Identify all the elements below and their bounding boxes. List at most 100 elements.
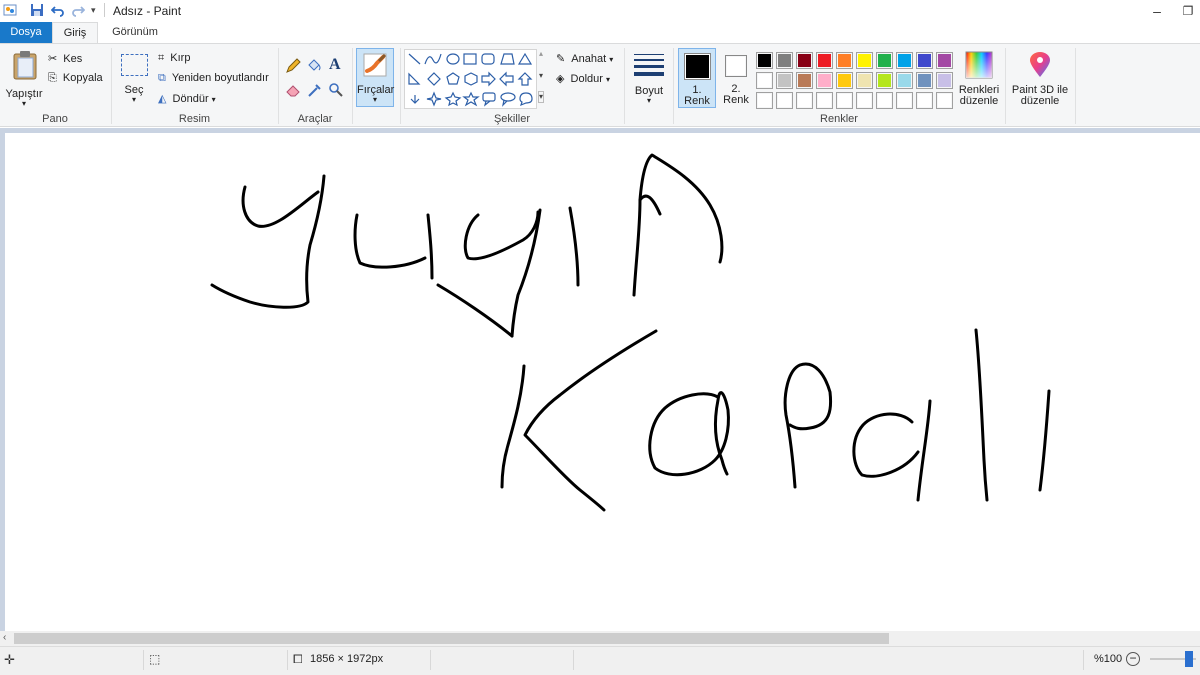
zoom-out-button[interactable]: −: [1126, 652, 1140, 666]
palette-swatch-color: [858, 74, 871, 87]
brushes-button[interactable]: Fırçalar ▾: [356, 48, 394, 107]
palette-swatch[interactable]: [896, 52, 913, 69]
palette-swatch-color: [818, 94, 831, 107]
save-icon[interactable]: [30, 3, 44, 17]
palette-swatch[interactable]: [936, 52, 953, 69]
scroll-down-icon[interactable]: ▾: [539, 71, 543, 80]
palette-swatch[interactable]: [836, 52, 853, 69]
palette-swatch[interactable]: [916, 92, 933, 109]
horizontal-scrollbar[interactable]: ‹: [0, 631, 1200, 646]
palette-swatch-color: [918, 74, 931, 87]
rotate-button[interactable]: ◭ Döndür ▾: [158, 92, 216, 105]
palette-swatch[interactable]: [756, 92, 773, 109]
paint3d-icon: [1030, 52, 1050, 77]
palette-swatch[interactable]: [816, 52, 833, 69]
shapes-expand-icon[interactable]: ▾: [538, 91, 545, 103]
rotate-dropdown-icon[interactable]: ▾: [212, 95, 216, 104]
shapes-scroll[interactable]: ▴ ▾ ▾: [538, 49, 548, 109]
palette-swatch[interactable]: [876, 92, 893, 109]
redo-icon[interactable]: [71, 3, 85, 17]
edit-colors-label-2: düzenle: [959, 95, 999, 107]
eraser-icon[interactable]: [285, 82, 301, 98]
crop-button[interactable]: ⌗ Kırp: [158, 52, 190, 65]
title-divider: [104, 3, 105, 17]
fill-dropdown-icon: ▾: [606, 75, 611, 84]
size-dropdown-icon[interactable]: ▾: [629, 96, 669, 105]
minimize-button[interactable]: –: [1147, 2, 1167, 20]
shapes-group-label: Şekiller: [493, 113, 531, 125]
select-button[interactable]: Seç ▾: [116, 48, 152, 110]
palette-swatch[interactable]: [936, 92, 953, 109]
palette-swatch-color: [898, 74, 911, 87]
palette-swatch[interactable]: [856, 72, 873, 89]
window-title: Adsız - Paint: [113, 4, 182, 18]
customize-quick-access-icon[interactable]: ▾: [91, 5, 96, 16]
drawing-canvas[interactable]: [5, 133, 1200, 631]
copy-button[interactable]: ⎘ Kopyala: [48, 72, 103, 85]
edit-colors-button[interactable]: Renkleri düzenle: [958, 48, 1000, 110]
undo-icon[interactable]: [51, 3, 65, 17]
paste-dropdown-icon[interactable]: ▾: [4, 99, 44, 108]
palette-swatch[interactable]: [796, 92, 813, 109]
scroll-up-icon[interactable]: ▴: [539, 49, 543, 58]
palette-swatch[interactable]: [756, 52, 773, 69]
palette-swatch[interactable]: [836, 92, 853, 109]
brush-icon: [363, 53, 387, 77]
image-size-text: 1856 × 1972px: [310, 653, 384, 665]
palette-swatch[interactable]: [936, 72, 953, 89]
palette-swatch[interactable]: [776, 72, 793, 89]
zoom-slider-thumb[interactable]: [1185, 651, 1193, 667]
palette-swatch[interactable]: [876, 72, 893, 89]
copy-label: Kopyala: [62, 72, 103, 84]
paint-app-icon: [3, 4, 17, 16]
size-button[interactable]: Boyut ▾: [629, 48, 669, 110]
palette-swatch[interactable]: [816, 72, 833, 89]
group-divider: [352, 48, 353, 124]
fill-button[interactable]: ◈ Doldur ▾: [556, 72, 610, 85]
palette-swatch[interactable]: [896, 92, 913, 109]
ribbon: Yapıştır ▾ ✂ Kes ⎘ Kopyala Pano Seç ▾ ⌗ …: [0, 43, 1200, 127]
magnifier-icon[interactable]: [328, 82, 344, 98]
text-tool-icon[interactable]: A: [329, 56, 341, 74]
scroll-left-icon[interactable]: ‹: [3, 632, 6, 643]
palette-swatch[interactable]: [796, 52, 813, 69]
palette-swatch[interactable]: [896, 72, 913, 89]
palette-swatch[interactable]: [776, 52, 793, 69]
palette-swatch[interactable]: [876, 52, 893, 69]
color2-button[interactable]: 2. Renk: [718, 48, 754, 108]
color2-label: Renk: [723, 94, 749, 106]
scrollbar-thumb[interactable]: [14, 633, 889, 644]
color-picker-icon[interactable]: [307, 82, 323, 98]
shapes-gallery[interactable]: [404, 49, 537, 109]
palette-swatch[interactable]: [816, 92, 833, 109]
palette-swatch[interactable]: [756, 72, 773, 89]
color2-frame: [725, 55, 747, 77]
tab-home[interactable]: Giriş: [52, 22, 98, 43]
tab-view[interactable]: Görünüm: [100, 22, 170, 43]
color1-frame: [684, 53, 711, 80]
palette-swatch-color: [918, 94, 931, 107]
palette-swatch-color: [798, 54, 811, 67]
palette-swatch[interactable]: [856, 92, 873, 109]
palette-swatch[interactable]: [856, 52, 873, 69]
fill-bucket-icon[interactable]: [306, 57, 322, 73]
brushes-dropdown-icon[interactable]: ▾: [357, 95, 393, 104]
outline-button[interactable]: ✎ Anahat ▾: [556, 52, 613, 65]
paste-button[interactable]: Yapıştır ▾: [4, 48, 44, 110]
palette-swatch[interactable]: [796, 72, 813, 89]
resize-button[interactable]: ⧉ Yeniden boyutlandır: [158, 72, 269, 85]
edit-with-paint3d-button[interactable]: Paint 3D ile düzenle: [1008, 48, 1072, 110]
select-dropdown-icon[interactable]: ▾: [116, 95, 152, 104]
palette-swatch-color: [798, 74, 811, 87]
color1-button[interactable]: 1. Renk: [678, 48, 716, 108]
color1-swatch: [686, 55, 709, 78]
pencil-icon[interactable]: [285, 58, 301, 74]
cut-button[interactable]: ✂ Kes: [48, 52, 82, 65]
maximize-button[interactable]: ❐: [1178, 2, 1198, 20]
palette-swatch[interactable]: [776, 92, 793, 109]
palette-swatch[interactable]: [916, 72, 933, 89]
palette-swatch[interactable]: [836, 72, 853, 89]
cursor-position-icon: ✛: [4, 652, 15, 667]
palette-swatch[interactable]: [916, 52, 933, 69]
tab-file[interactable]: Dosya: [0, 22, 52, 43]
